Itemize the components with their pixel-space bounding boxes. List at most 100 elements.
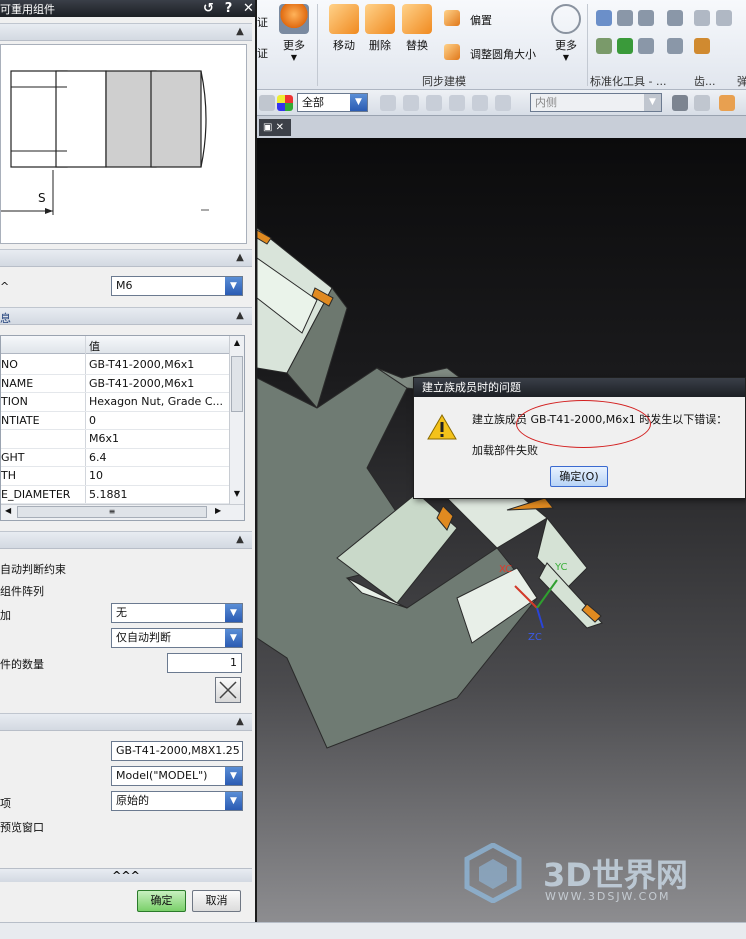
chevron-up-icon[interactable]: ▲ <box>234 252 246 264</box>
section-header-size[interactable]: ▲ <box>0 249 252 267</box>
table-row[interactable]: NTIATE 0 <box>1 412 229 430</box>
chevron-down-icon[interactable]: ▼ <box>225 277 242 295</box>
type-filter-combo[interactable]: 全部 ▼ <box>297 93 368 112</box>
chevron-down-icon[interactable]: ▼ <box>225 604 242 622</box>
scroll-left-icon[interactable]: ◀ <box>5 506 11 515</box>
table-row[interactable]: TION Hexagon Nut, Grade C... <box>1 393 229 412</box>
std-tool-icon[interactable] <box>638 38 654 54</box>
close-tab-icon[interactable]: ✕ <box>276 122 284 133</box>
chevron-down-icon[interactable]: ▼ <box>225 767 242 785</box>
snap-icon[interactable] <box>449 95 465 111</box>
shading-icon[interactable] <box>672 95 688 111</box>
add-combo[interactable]: 无 ▼ <box>111 603 243 623</box>
scroll-right-icon[interactable]: ▶ <box>215 506 221 515</box>
std-tool-icon[interactable] <box>596 10 612 26</box>
section-header-placement[interactable]: ▲ <box>0 531 252 549</box>
snap-icon[interactable] <box>380 95 396 111</box>
move-face-button[interactable]: 移动 <box>329 4 359 53</box>
std-tool-icon[interactable] <box>596 38 612 54</box>
gear-tool-icon[interactable] <box>694 10 710 26</box>
gear-tool-icon[interactable] <box>667 10 683 26</box>
std-tool-icon[interactable] <box>617 10 633 26</box>
chevron-up-icon[interactable]: ▲ <box>234 310 246 322</box>
auto-constraint-label[interactable]: 自动判断约束 <box>0 561 66 577</box>
more-options-toggle[interactable]: ^^^ <box>0 868 252 882</box>
graphics-viewport[interactable]: XC YC ZC 3D世界网 WWW.3DSJW.COM <box>257 138 746 922</box>
standard-tools-group-label[interactable]: 标准化工具 - ... <box>590 73 666 89</box>
chevron-down-icon[interactable]: ▼ <box>644 94 661 111</box>
shading-icon[interactable] <box>719 95 735 111</box>
color-wheel-icon[interactable] <box>277 95 293 111</box>
section-header-preview[interactable]: ▲ <box>0 23 252 41</box>
table-row[interactable]: M6x1 <box>1 430 229 449</box>
scroll-down-icon[interactable]: ▼ <box>231 489 243 501</box>
scroll-thumb[interactable] <box>231 356 243 412</box>
more-button[interactable]: 更多 ▼ <box>279 4 309 62</box>
layer-option-combo[interactable]: 原始的 ▼ <box>111 791 243 811</box>
table-row[interactable]: TH 10 <box>1 467 229 486</box>
reset-button[interactable]: ↺ <box>200 1 217 16</box>
more-sync-button[interactable]: 更多 ▼ <box>551 4 581 62</box>
ribbon-partial-label: 证 <box>257 16 268 29</box>
std-tool-icon[interactable] <box>638 10 654 26</box>
gear-tool-icon[interactable] <box>716 10 732 26</box>
section-header-details[interactable]: 息 ▲ <box>0 307 252 325</box>
size-combo[interactable]: M6 ▼ <box>111 276 243 296</box>
table-vertical-scrollbar[interactable]: ▲ ▼ <box>229 336 244 504</box>
count-input[interactable]: 1 <box>167 653 242 673</box>
toolbar-icon[interactable] <box>259 95 275 111</box>
xc-axis-label: XC <box>499 564 513 575</box>
chevron-down-icon[interactable]: ▼ <box>225 629 242 647</box>
cell-name: NAME <box>1 376 34 390</box>
snap-icon[interactable] <box>403 95 419 111</box>
chevron-down-icon[interactable]: ▼ <box>350 94 367 111</box>
cell-value: 0 <box>89 413 96 427</box>
offset-region-icon[interactable] <box>444 10 460 26</box>
cross-select-icon[interactable] <box>215 677 241 703</box>
size-combo-value: M6 <box>116 279 133 292</box>
chevron-up-icon[interactable]: ▲ <box>234 26 246 38</box>
shading-icon[interactable] <box>694 95 710 111</box>
chevron-up-icon[interactable]: ▲ <box>234 534 246 546</box>
delete-face-button[interactable]: 删除 <box>365 4 395 53</box>
error-ok-button[interactable]: 确定(O) <box>550 466 608 487</box>
section-header-settings[interactable]: ▲ <box>0 713 252 731</box>
hscroll-thumb[interactable]: ≡ <box>17 506 207 518</box>
help-button[interactable]: ? <box>220 1 237 16</box>
snap-icon[interactable] <box>472 95 488 111</box>
scroll-up-icon[interactable]: ▲ <box>231 338 243 350</box>
reference-set-combo[interactable]: Model("MODEL") ▼ <box>111 766 243 786</box>
cell-value: GB-T41-2000,M6x1 <box>89 358 195 371</box>
resize-blend-label[interactable]: 调整圆角大小 <box>470 46 536 62</box>
count-label: 件的数量 <box>0 658 44 671</box>
side-combo[interactable]: 内侧 ▼ <box>530 93 662 112</box>
table-row[interactable]: NAME GB-T41-2000,M6x1 <box>1 375 229 393</box>
snap-icon[interactable] <box>495 95 511 111</box>
spring-group-label[interactable]: 弹 <box>737 73 746 89</box>
graphics-tab[interactable]: ▣ ✕ <box>259 119 291 136</box>
reference-set-value: Model("MODEL") <box>116 769 208 782</box>
close-button[interactable]: ✕ <box>240 1 255 16</box>
gear-tool-icon[interactable] <box>667 38 683 54</box>
offset-region-label[interactable]: 偏置 <box>470 12 492 28</box>
replace-face-button[interactable]: 替换 <box>402 4 432 53</box>
gear-group-label[interactable]: 齿... <box>694 73 716 89</box>
component-array-label[interactable]: 组件阵列 <box>0 583 44 599</box>
chevron-down-icon[interactable]: ▼ <box>225 792 242 810</box>
ok-button[interactable]: 确定 <box>137 890 186 912</box>
gear-tool-icon[interactable] <box>694 38 710 54</box>
cell-name: TION <box>1 395 28 408</box>
preview-window-label[interactable]: 预览窗口 <box>0 819 44 835</box>
component-name-input[interactable]: GB-T41-2000,M8X1.25 <box>111 741 243 761</box>
constraint-combo[interactable]: 仅自动判断 ▼ <box>111 628 243 648</box>
table-row[interactable]: GHT 6.4 <box>1 449 229 467</box>
table-row[interactable]: NO GB-T41-2000,M6x1 <box>1 356 229 375</box>
table-row[interactable]: E_DIAMETER 5.1881 <box>1 486 229 504</box>
table-horizontal-scrollbar[interactable]: ◀ ≡ ▶ <box>1 504 244 520</box>
chevron-up-icon[interactable]: ▲ <box>234 716 246 728</box>
cancel-button[interactable]: 取消 <box>192 890 241 912</box>
std-tool-icon[interactable] <box>617 38 633 54</box>
status-bar <box>0 922 746 939</box>
resize-blend-icon[interactable] <box>444 44 460 60</box>
snap-icon[interactable] <box>426 95 442 111</box>
